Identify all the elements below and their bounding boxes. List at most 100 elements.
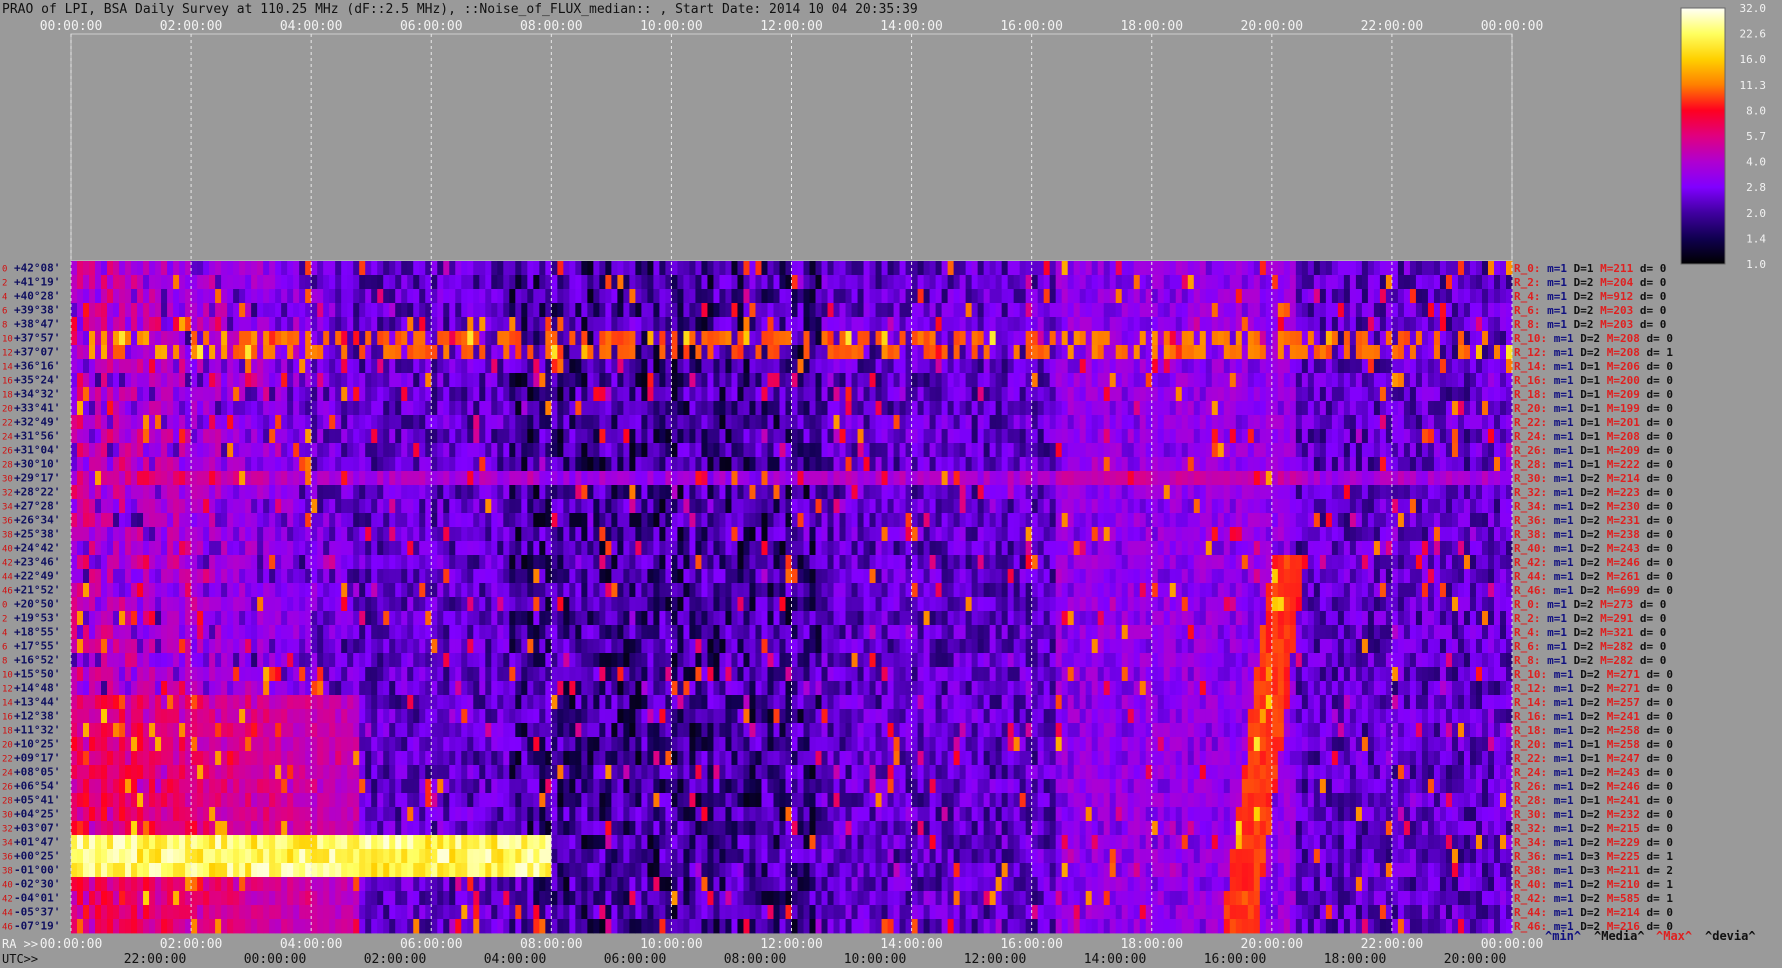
heatmap-cell <box>1463 485 1471 500</box>
heatmap-cell <box>107 345 114 360</box>
heatmap-cell <box>1097 331 1105 346</box>
heatmap-cell <box>329 527 336 542</box>
heatmap-cell <box>653 345 660 360</box>
heatmap-cell <box>173 471 180 486</box>
heatmap-cell <box>161 429 168 444</box>
heatmap-cell <box>629 415 636 430</box>
heatmap-cell <box>1277 443 1285 458</box>
heatmap-cell <box>707 485 714 500</box>
heatmap-cell <box>479 429 486 444</box>
heatmap-cell <box>569 359 576 374</box>
heatmap-cell <box>341 485 348 500</box>
heatmap-cell <box>119 261 126 276</box>
heatmap-cell <box>1181 401 1189 416</box>
heatmap-cell <box>1115 373 1123 388</box>
heatmap-cell <box>569 513 576 528</box>
heatmap-cell <box>737 415 744 430</box>
heatmap-cell <box>497 457 504 472</box>
heatmap-cell <box>467 373 474 388</box>
heatmap-cell <box>317 387 324 402</box>
heatmap-cell <box>389 373 396 388</box>
heatmap-cell <box>245 345 252 360</box>
heatmap-cell <box>887 499 894 514</box>
heatmap-cell <box>1397 303 1405 318</box>
heatmap-cell <box>1427 429 1435 444</box>
heatmap-cell <box>317 541 324 556</box>
heatmap-cell <box>1475 471 1483 486</box>
heatmap-cell <box>653 485 660 500</box>
heatmap-cell <box>1301 443 1309 458</box>
heatmap-cell <box>443 261 450 276</box>
heatmap-cell <box>107 471 114 486</box>
heatmap-cell <box>1271 527 1279 542</box>
heatmap-cell <box>1097 275 1105 290</box>
heatmap-cell <box>1157 261 1165 276</box>
heatmap-cell <box>635 527 642 542</box>
heatmap-cell <box>545 303 552 318</box>
heatmap-cell <box>659 485 666 500</box>
heatmap-cell <box>677 485 684 500</box>
heatmap-cell <box>1289 513 1297 528</box>
heatmap-cell <box>215 317 222 332</box>
heatmap-cell <box>1313 485 1321 500</box>
heatmap-cell <box>437 289 444 304</box>
heatmap-cell <box>197 359 204 374</box>
heatmap-cell <box>1007 401 1015 416</box>
heatmap-cell <box>335 373 342 388</box>
heatmap-cell <box>1013 513 1021 528</box>
heatmap-cell <box>1427 345 1435 360</box>
heatmap-cell <box>431 457 438 472</box>
heatmap-cell <box>587 485 594 500</box>
heatmap-cell <box>767 457 774 472</box>
heatmap-cell <box>491 429 498 444</box>
heatmap-cell <box>773 527 780 542</box>
heatmap-cell <box>119 303 126 318</box>
heatmap-cell <box>881 415 888 430</box>
heatmap-cell <box>989 275 997 290</box>
heatmap-cell <box>881 485 888 500</box>
heatmap-cell <box>479 401 486 416</box>
heatmap-cell <box>1073 359 1081 374</box>
heatmap-cell <box>701 541 708 556</box>
heatmap-cell <box>1361 373 1369 388</box>
heatmap-cell <box>815 373 822 388</box>
heatmap-cell <box>521 345 528 360</box>
heatmap-cell <box>371 485 378 500</box>
heatmap-cell <box>1343 401 1351 416</box>
heatmap-cell <box>533 373 540 388</box>
heatmap-cell <box>1331 499 1339 514</box>
heatmap-cell <box>593 387 600 402</box>
heatmap-cell <box>1367 457 1375 472</box>
heatmap-cell <box>1181 345 1189 360</box>
heatmap-cell <box>1133 471 1141 486</box>
heatmap-cell <box>947 527 955 542</box>
heatmap-cell <box>275 345 282 360</box>
heatmap-cell <box>1085 359 1093 374</box>
heatmap-cell <box>857 457 864 472</box>
heatmap-cell <box>1025 331 1033 346</box>
heatmap-cell <box>329 387 336 402</box>
heatmap-cell <box>305 387 312 402</box>
heatmap-cell <box>371 471 378 486</box>
heatmap-cell <box>1271 387 1279 402</box>
heatmap-cell <box>515 261 522 276</box>
heatmap-cell <box>1133 317 1141 332</box>
heatmap-cell <box>545 471 552 486</box>
heatmap-cell <box>383 415 390 430</box>
heatmap-cell <box>815 443 822 458</box>
heatmap-cell <box>1031 331 1039 346</box>
heatmap-cell <box>1049 471 1057 486</box>
heatmap-cell <box>671 527 678 542</box>
heatmap-cell <box>275 457 282 472</box>
heatmap-cell <box>797 317 804 332</box>
heatmap-cell <box>995 289 1003 304</box>
heatmap-cell <box>1205 485 1213 500</box>
heatmap-cell <box>149 387 156 402</box>
heatmap-cell <box>1307 513 1315 528</box>
heatmap-cell <box>1355 485 1363 500</box>
heatmap-cell <box>875 373 882 388</box>
heatmap-cell <box>107 443 114 458</box>
heatmap-cell <box>1121 457 1129 472</box>
heatmap-cell <box>167 415 174 430</box>
heatmap-cell <box>1481 289 1489 304</box>
